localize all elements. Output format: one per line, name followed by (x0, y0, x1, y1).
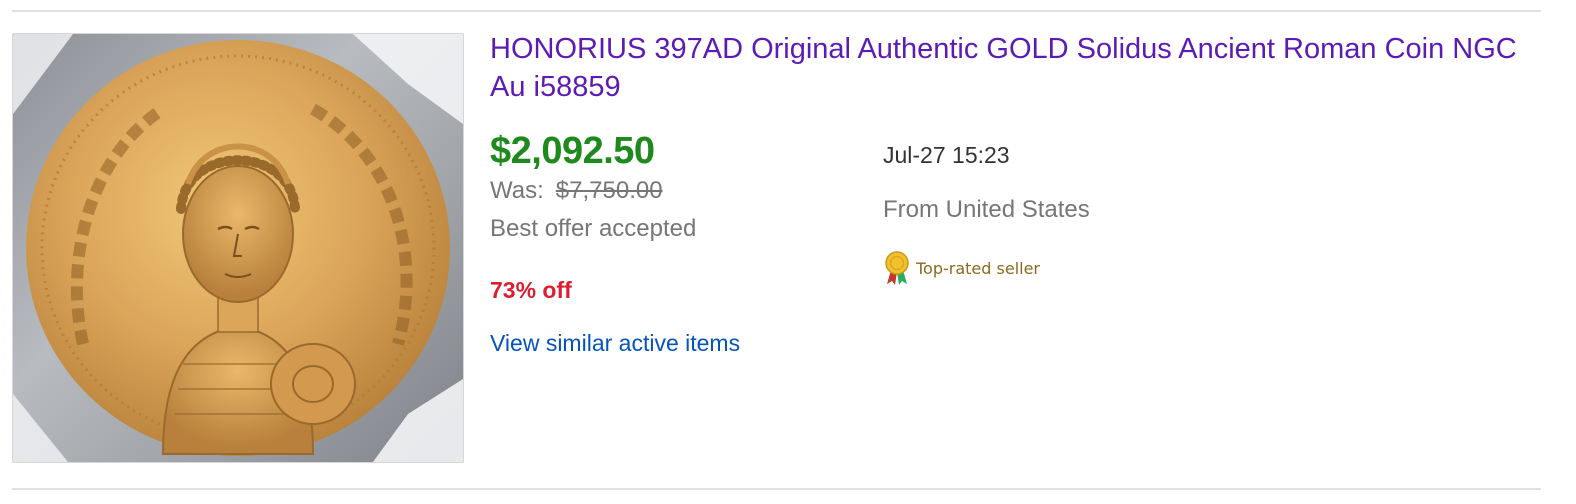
top-rated-seller-badge: Top-rated seller (881, 250, 1040, 286)
listing-title-link[interactable]: HONORIUS 397AD Original Authentic GOLD S… (490, 30, 1550, 106)
ribbon-medal-icon (881, 250, 913, 286)
top-rated-seller-label: Top-rated seller (916, 258, 1041, 278)
discount-label: 73% off (490, 277, 572, 303)
item-location: From United States (883, 196, 1090, 223)
view-similar-link[interactable]: View similar active items (490, 328, 740, 358)
bottom-divider (12, 488, 1541, 490)
was-price: $7,750.00 (555, 177, 663, 204)
was-label: Was: (490, 177, 544, 204)
best-offer-status: Best offer accepted (490, 215, 697, 242)
listing-item: HONORIUS 397AD Original Authentic GOLD S… (0, 0, 1576, 504)
listing-thumbnail[interactable] (12, 33, 464, 463)
sold-price: $2,092.50 (490, 130, 655, 172)
coin-image (13, 34, 463, 462)
end-date: Jul-27 15:23 (883, 142, 1010, 168)
original-price-row: Was: $7,750.00 (490, 176, 663, 206)
